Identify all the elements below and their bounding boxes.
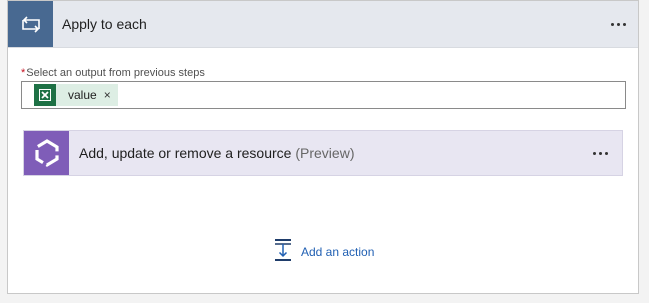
ellipsis-icon <box>592 151 608 155</box>
output-field-label-text: Select an output from previous steps <box>26 67 205 79</box>
token-label: value <box>68 88 97 102</box>
ellipsis-icon <box>610 22 626 26</box>
add-action-label: Add an action <box>301 245 375 259</box>
nested-action-card[interactable]: Add, update or remove a resource (Previe… <box>23 130 623 176</box>
apply-to-each-header[interactable]: Apply to each <box>8 1 638 48</box>
loop-icon <box>8 1 53 47</box>
excel-icon <box>34 84 56 106</box>
card-more-button[interactable] <box>602 1 634 47</box>
add-action-button[interactable]: Add an action <box>273 238 375 267</box>
nested-action-name: Add, update or remove a resource <box>79 145 292 161</box>
nested-action-title: Add, update or remove a resource (Previe… <box>79 131 354 175</box>
resource-connector-icon <box>24 131 69 175</box>
preview-badge: (Preview) <box>295 145 355 161</box>
card-title: Apply to each <box>62 16 147 32</box>
add-action-icon <box>273 238 293 267</box>
required-mark: * <box>21 67 26 79</box>
value-token[interactable]: value × <box>34 84 118 106</box>
token-remove-button[interactable]: × <box>104 88 111 102</box>
apply-to-each-card: Apply to each *Select an output from pre… <box>7 0 639 294</box>
action-more-button[interactable] <box>584 131 616 175</box>
output-input[interactable]: value × <box>21 81 626 109</box>
output-field-label: *Select an output from previous steps <box>21 67 205 79</box>
